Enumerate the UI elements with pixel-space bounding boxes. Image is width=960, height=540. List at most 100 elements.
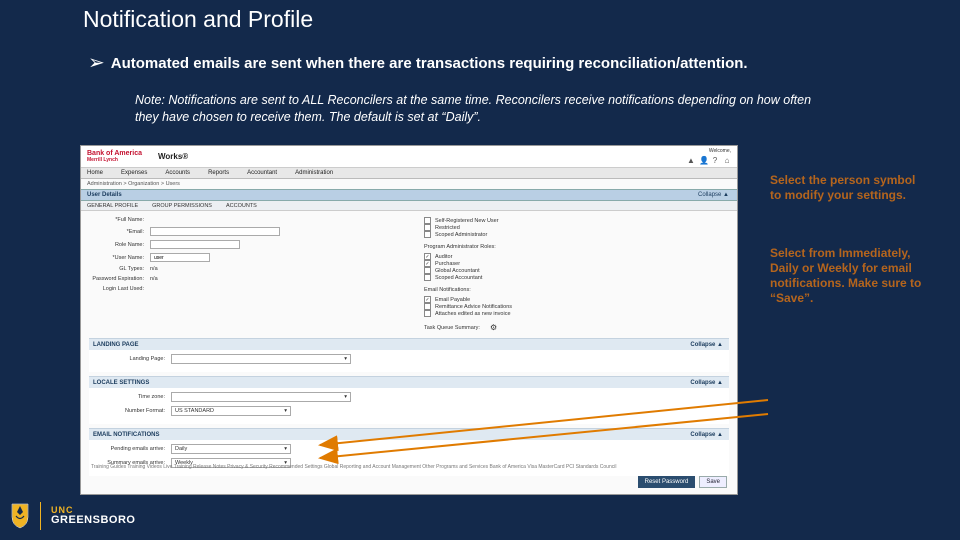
- role-auditor-cb[interactable]: ✓: [424, 253, 431, 260]
- page-title: Notification and Profile: [83, 6, 313, 33]
- bullet-row: ➢ Automated emails are sent when there a…: [88, 53, 920, 73]
- footer-logo: UNC GREENSBORO: [10, 502, 135, 530]
- gear-icon[interactable]: ⚙: [490, 323, 497, 332]
- restricted-label: Restricted: [435, 225, 460, 231]
- role-scopedacct-cb[interactable]: [424, 274, 431, 281]
- profile-right-col: Self-Registered New User Restricted Scop…: [424, 217, 729, 332]
- reset-password-button[interactable]: Reset Password: [638, 476, 696, 488]
- role-field[interactable]: [150, 240, 240, 249]
- scoped-checkbox[interactable]: [424, 231, 431, 238]
- en2-label: Remittance Advice Notifications: [435, 304, 512, 310]
- emailnotif-hdr: EMAIL NOTIFICATIONS: [93, 432, 159, 438]
- en3-cb[interactable]: [424, 310, 431, 317]
- home-icon[interactable]: ⌂: [723, 157, 731, 165]
- tab-accounts[interactable]: ACCOUNTS: [226, 203, 257, 209]
- chevron-down-icon: ▾: [344, 356, 347, 362]
- profile-body: *Full Name: *Email: Role Name: *User Nam…: [81, 211, 737, 338]
- numfmt-select[interactable]: US STANDARD ▾: [171, 406, 291, 416]
- en1-cb[interactable]: ✓: [424, 296, 431, 303]
- lastlogin-label: Login Last Used:: [89, 286, 144, 292]
- logo-divider: [40, 502, 41, 530]
- newuser-checkbox[interactable]: [424, 217, 431, 224]
- numfmt-label: Number Format:: [95, 408, 165, 414]
- logo-greensboro: GREENSBORO: [51, 514, 135, 526]
- role-globalacct: Global Accountant: [435, 268, 480, 274]
- nav-accountant[interactable]: Accountant: [247, 170, 277, 176]
- profile-tabs: GENERAL PROFILE GROUP PERMISSIONS ACCOUN…: [81, 201, 737, 211]
- pending-label: Pending emails arrive:: [95, 446, 165, 452]
- brand-line2: Merrill Lynch: [87, 158, 142, 164]
- role-purchaser-cb[interactable]: ✓: [424, 260, 431, 267]
- username-field[interactable]: [150, 253, 210, 262]
- pending-value: Daily: [175, 446, 187, 452]
- gltypes-value: n/a: [150, 266, 158, 272]
- person-icon[interactable]: 👤: [699, 157, 707, 165]
- tab-general-profile[interactable]: GENERAL PROFILE: [87, 203, 138, 209]
- collapse-toggle[interactable]: Collapse ▲: [698, 192, 729, 198]
- locale-collapse[interactable]: Collapse ▲: [690, 380, 723, 386]
- role-purchaser: Purchaser: [435, 261, 460, 267]
- nav-expenses[interactable]: Expenses: [121, 170, 147, 176]
- en2-cb[interactable]: [424, 303, 431, 310]
- locale-hdr: LOCALE SETTINGS: [93, 380, 149, 386]
- landing-section: LANDING PAGE Collapse ▲ Landing Page: ▾: [89, 338, 729, 372]
- role-label: Role Name:: [89, 242, 144, 248]
- app-banner: Bank of America Merrill Lynch Works® Wel…: [81, 146, 737, 168]
- gltypes-label: GL Types:: [89, 266, 144, 272]
- restricted-checkbox[interactable]: [424, 224, 431, 231]
- pwdexp-label: Password Expiration:: [89, 276, 144, 282]
- footer-buttons: Reset Password Save: [638, 476, 727, 488]
- emailnotif-collapse[interactable]: Collapse ▲: [690, 432, 723, 438]
- locale-section: LOCALE SETTINGS Collapse ▲ Time zone: ▾ …: [89, 376, 729, 424]
- tab-group-permissions[interactable]: GROUP PERMISSIONS: [152, 203, 212, 209]
- tz-select[interactable]: ▾: [171, 392, 351, 402]
- taskqueue-label: Task Queue Summary:: [424, 325, 480, 331]
- header-icons: ▲ 👤 ? ⌂: [687, 157, 731, 165]
- alert-icon[interactable]: ▲: [687, 157, 695, 165]
- chevron-down-icon: ▾: [284, 446, 287, 452]
- product-name: Works®: [158, 152, 188, 161]
- chevron-down-icon: ▾: [344, 394, 347, 400]
- roles-header: Program Administrator Roles:: [424, 244, 729, 250]
- main-nav: Home Expenses Accounts Reports Accountan…: [81, 168, 737, 179]
- welcome-text: Welcome,: [709, 148, 731, 154]
- chevron-down-icon: ▾: [284, 408, 287, 414]
- callout-person-symbol: Select the person symbol to modify your …: [770, 173, 925, 203]
- landing-collapse[interactable]: Collapse ▲: [690, 342, 723, 348]
- app-screenshot: Bank of America Merrill Lynch Works® Wel…: [80, 145, 738, 495]
- help-icon[interactable]: ?: [711, 157, 719, 165]
- save-button[interactable]: Save: [699, 476, 727, 488]
- email-field[interactable]: [150, 227, 280, 236]
- email-label: *Email:: [89, 229, 144, 235]
- pwdexp-value: n/a: [150, 276, 158, 282]
- numfmt-value: US STANDARD: [175, 408, 214, 414]
- user-details-bar: User Details Collapse ▲: [81, 189, 737, 201]
- profile-left-col: *Full Name: *Email: Role Name: *User Nam…: [89, 217, 394, 332]
- en1-label: Email Payable: [435, 297, 470, 303]
- nav-home[interactable]: Home: [87, 170, 103, 176]
- scoped-label: Scoped Administrator: [435, 232, 487, 238]
- brand-line1: Bank of America: [87, 150, 142, 157]
- nav-accounts[interactable]: Accounts: [165, 170, 190, 176]
- landing-label: Landing Page:: [95, 356, 165, 362]
- pending-select[interactable]: Daily ▾: [171, 444, 291, 454]
- brand-logo: Bank of America Merrill Lynch: [87, 150, 142, 163]
- en3-label: Attaches edited as new invoice: [435, 311, 511, 317]
- bullet-arrow-icon: ➢: [88, 53, 105, 73]
- logo-shield-icon: [10, 503, 30, 529]
- breadcrumb: Administration > Organization > Users: [81, 179, 737, 189]
- footer-disclaimer: Training Guides Training Videos Live Tra…: [91, 464, 616, 470]
- landing-select[interactable]: ▾: [171, 354, 351, 364]
- role-auditor: Auditor: [435, 254, 452, 260]
- tz-label: Time zone:: [95, 394, 165, 400]
- nav-administration[interactable]: Administration: [295, 170, 333, 176]
- user-details-title: User Details: [87, 192, 122, 198]
- role-scopedacct: Scoped Accountant: [435, 275, 482, 281]
- role-globalacct-cb[interactable]: [424, 267, 431, 274]
- callout-frequency: Select from Immediately, Daily or Weekly…: [770, 246, 925, 306]
- bullet-text: Automated emails are sent when there are…: [111, 55, 748, 72]
- newuser-label: Self-Registered New User: [435, 218, 499, 224]
- fullname-label: *Full Name:: [89, 217, 144, 223]
- username-label: *User Name:: [89, 255, 144, 261]
- nav-reports[interactable]: Reports: [208, 170, 229, 176]
